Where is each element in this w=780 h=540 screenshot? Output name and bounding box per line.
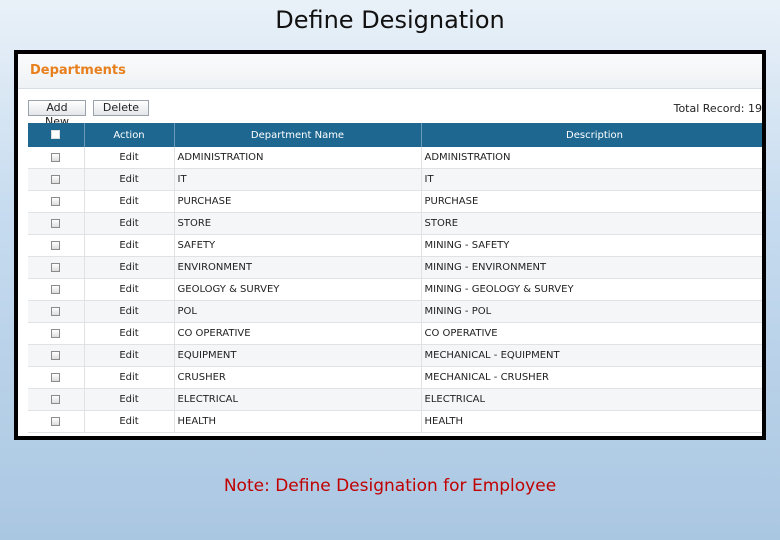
table-row: Edit GEOLOGY & SURVEY MINING - GEOLOGY & S… [28,278,762,301]
table-row: Edit POL MINING - POL [28,300,762,323]
add-new-button[interactable]: Add New [28,100,86,128]
edit-link[interactable]: Edit [84,344,175,367]
row-checkbox[interactable] [51,306,61,316]
edit-link[interactable]: Edit [84,366,175,389]
department-name-cell: ADMINISTRATION [174,147,422,169]
row-select-cell[interactable] [28,322,85,345]
row-checkbox[interactable] [51,240,61,250]
department-name-cell: IT [174,168,422,191]
table-row: Edit ELECTRICAL ELECTRICAL [28,388,762,411]
slide-note: Note: Define Designation for Employee [223,476,557,496]
description-cell: MINING - SAFETY [421,234,762,257]
department-name-cell: CO OPERATIVE [174,322,422,345]
description-cell: STORE [421,212,762,235]
row-checkbox[interactable] [51,416,61,426]
row-checkbox[interactable] [51,328,61,338]
department-name-cell: EQUIPMENT [174,344,422,367]
screenshot-frame: Departments Add New Delete Total Record:… [14,50,766,440]
edit-link[interactable]: Edit [84,147,175,169]
description-cell: MECHANICAL - CRUSHER [421,366,762,389]
row-select-cell[interactable] [28,388,85,411]
description-cell: PURCHASE [421,190,762,213]
table-row: Edit SAFETY MINING - SAFETY [28,234,762,257]
description-cell: CO OPERATIVE [421,322,762,345]
edit-link[interactable]: Edit [84,234,175,257]
select-all-checkbox[interactable] [51,130,61,139]
department-name-cell: SAFETY [174,234,422,257]
table-row: Edit ADMINISTRATION ADMINISTRATION [28,147,762,169]
column-header-department-name[interactable]: Department Name [174,123,422,147]
row-checkbox[interactable] [51,284,61,294]
row-select-cell[interactable] [28,256,85,279]
edit-link[interactable]: Edit [84,256,175,279]
department-name-cell: CRUSHER [174,366,422,389]
row-select-cell[interactable] [28,366,85,389]
table-row: Edit CO OPERATIVE CO OPERATIVE [28,322,762,345]
edit-link[interactable]: Edit [84,168,175,191]
row-select-cell[interactable] [28,344,85,367]
edit-link[interactable]: Edit [84,388,175,411]
table-row: Edit STORE STORE [28,212,762,235]
department-name-cell: PURCHASE [174,190,422,213]
table-row: Edit IT IT [28,168,762,191]
column-header-description[interactable]: Description [421,123,762,147]
row-select-cell[interactable] [28,234,85,257]
departments-panel: Departments Add New Delete Total Record:… [18,54,762,436]
row-checkbox[interactable] [51,196,61,206]
table-row: Edit EQUIPMENT MECHANICAL - EQUIPMENT [28,344,762,367]
departments-table: Action Department Name Description Edit A… [28,123,762,433]
department-name-cell: ENVIRONMENT [174,256,422,279]
description-cell: MINING - ENVIRONMENT [421,256,762,279]
panel-title: Departments [18,54,762,89]
description-cell: MINING - POL [421,300,762,323]
department-name-cell: ELECTRICAL [174,388,422,411]
department-name-cell: STORE [174,212,422,235]
description-cell: HEALTH [421,410,762,433]
row-checkbox[interactable] [51,262,61,272]
column-header-action[interactable]: Action [84,123,175,147]
edit-link[interactable]: Edit [84,322,175,345]
description-cell: MINING - GEOLOGY & SURVEY [421,278,762,301]
department-name-cell: POL [174,300,422,323]
toolbar: Add New Delete Total Record: 19 [18,89,762,128]
row-checkbox[interactable] [51,350,61,360]
description-cell: ELECTRICAL [421,388,762,411]
delete-button[interactable]: Delete [93,100,149,116]
row-checkbox[interactable] [51,218,61,228]
description-cell: ADMINISTRATION [421,147,762,169]
row-select-cell[interactable] [28,278,85,301]
slide-title: Define Designation [275,6,505,34]
description-cell: MECHANICAL - EQUIPMENT [421,344,762,367]
table-row: Edit CRUSHER MECHANICAL - CRUSHER [28,366,762,389]
row-checkbox[interactable] [51,174,61,184]
table-header-row: Action Department Name Description [28,123,762,147]
row-select-cell[interactable] [28,190,85,213]
table-row: Edit PURCHASE PURCHASE [28,190,762,213]
table-row: Edit HEALTH HEALTH [28,410,762,433]
description-cell: IT [421,168,762,191]
row-checkbox[interactable] [51,372,61,382]
row-select-cell[interactable] [28,147,85,169]
edit-link[interactable]: Edit [84,300,175,323]
row-select-cell[interactable] [28,410,85,433]
department-name-cell: HEALTH [174,410,422,433]
total-record-count: Total Record: 19 [673,102,762,115]
edit-link[interactable]: Edit [84,212,175,235]
edit-link[interactable]: Edit [84,278,175,301]
select-all-header[interactable] [28,123,85,147]
department-name-cell: GEOLOGY & SURVEY [174,278,422,301]
table-body: Edit ADMINISTRATION ADMINISTRATION Edit IT IT… [28,147,762,433]
table-row: Edit ENVIRONMENT MINING - ENVIRONMENT [28,256,762,279]
row-checkbox[interactable] [51,394,61,404]
row-select-cell[interactable] [28,168,85,191]
edit-link[interactable]: Edit [84,410,175,433]
row-checkbox[interactable] [51,152,61,162]
row-select-cell[interactable] [28,300,85,323]
edit-link[interactable]: Edit [84,190,175,213]
row-select-cell[interactable] [28,212,85,235]
